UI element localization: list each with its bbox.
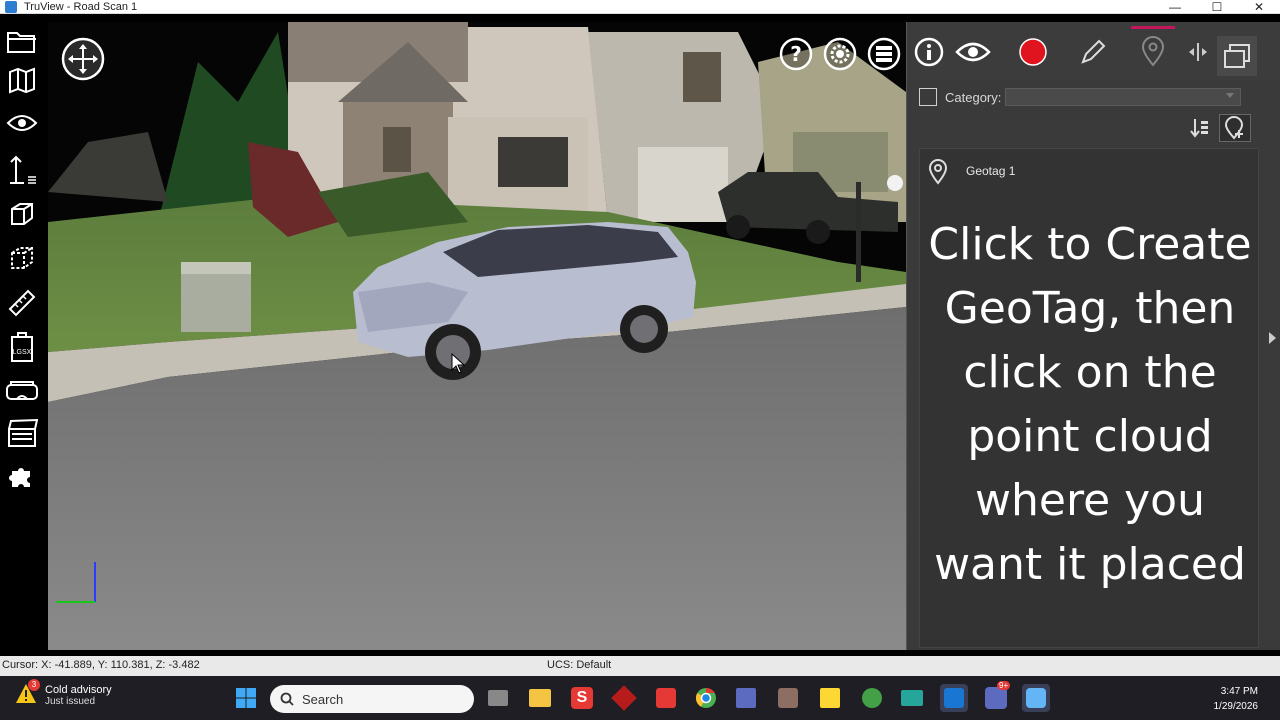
- ucs-status: UCS: Default: [547, 659, 612, 671]
- clapperboard-icon[interactable]: [4, 416, 40, 450]
- file-explorer-icon[interactable]: [526, 684, 554, 712]
- weather-widget[interactable]: 3 Cold advisory Just issued: [14, 679, 112, 708]
- weather-badge: 3: [28, 679, 40, 691]
- map-icon[interactable]: [4, 64, 40, 98]
- vr-headset-icon[interactable]: [4, 374, 40, 408]
- category-filter: Category:: [919, 88, 1001, 106]
- minimize-button[interactable]: —: [1154, 0, 1196, 14]
- teams-badge: 9+: [997, 681, 1011, 690]
- sticky-notes-icon[interactable]: [816, 684, 844, 712]
- split-icon[interactable]: [1183, 32, 1213, 72]
- truview-taskbar-icon[interactable]: [1022, 684, 1050, 712]
- clock-date: 1/29/2026: [1213, 701, 1259, 712]
- category-checkbox[interactable]: [919, 88, 937, 106]
- open-folder-icon[interactable]: [4, 24, 40, 58]
- clock-time: 3:47 PM: [1220, 686, 1258, 697]
- left-toolbar: LGSX: [0, 22, 44, 652]
- warning-icon: 3: [14, 679, 40, 708]
- status-bar: Cursor: X: -41.889, Y: 110.381, Z: -3.48…: [0, 656, 1280, 676]
- eye-icon[interactable]: [4, 106, 40, 140]
- cube-icon[interactable]: [4, 198, 40, 232]
- close-button[interactable]: ✕: [1238, 0, 1280, 14]
- app-chart-icon[interactable]: [732, 684, 760, 712]
- app-tools-icon[interactable]: [774, 684, 802, 712]
- cursor-coordinates: Cursor: X: -41.889, Y: 110.381, Z: -3.48…: [2, 659, 200, 671]
- truview-app-icon: [5, 0, 17, 13]
- geotag-panel: Category: Geotag 1 Click to Create GeoTa…: [906, 22, 1280, 650]
- acrobat-icon[interactable]: [652, 684, 680, 712]
- globe-icon[interactable]: [858, 684, 886, 712]
- record-icon[interactable]: [1011, 32, 1055, 72]
- instruction-caption: Click to Create GeoTag, then click on th…: [928, 219, 1252, 590]
- window-controls: — ☐ ✕: [1154, 0, 1280, 14]
- svg-text:?: ?: [790, 42, 802, 66]
- taskbar: 3 Cold advisory Just issued Search S 9+ …: [0, 676, 1280, 720]
- puzzle-icon[interactable]: [4, 458, 40, 492]
- maximize-button[interactable]: ☐: [1196, 0, 1238, 14]
- info-icon[interactable]: [907, 32, 951, 72]
- point-cloud-viewport[interactable]: ?: [48, 22, 906, 650]
- title-bar: TruView - Road Scan 1 — ☐ ✕: [0, 0, 1280, 14]
- help-icon[interactable]: ?: [778, 36, 814, 72]
- lgsx-label: LGSX: [13, 349, 32, 356]
- system-clock[interactable]: 3:47 PM 1/29/2026: [1214, 684, 1259, 714]
- add-geotag-button[interactable]: [1219, 114, 1251, 142]
- eye-icon[interactable]: [951, 32, 995, 72]
- list-item[interactable]: Geotag 1: [920, 153, 1258, 189]
- teams-icon[interactable]: 9+: [982, 681, 1011, 712]
- app-red-icon[interactable]: [610, 684, 638, 712]
- snagit-icon[interactable]: S: [568, 684, 596, 712]
- geotag-icon[interactable]: [1131, 26, 1175, 72]
- search-icon: [280, 692, 294, 706]
- point-cloud-scene: [48, 22, 906, 650]
- collapse-panel-arrow-icon[interactable]: [1269, 332, 1276, 344]
- weather-title: Cold advisory: [45, 683, 112, 696]
- search-placeholder: Search: [302, 691, 344, 707]
- category-label: Category:: [945, 89, 1002, 105]
- window-icon[interactable]: [1217, 36, 1257, 76]
- category-dropdown[interactable]: [1005, 88, 1241, 106]
- chrome-icon[interactable]: [692, 684, 720, 712]
- weather-subtitle: Just issued: [45, 695, 96, 707]
- box-select-icon[interactable]: [4, 242, 40, 276]
- lgsx-icon[interactable]: LGSX: [4, 330, 40, 364]
- measure-height-icon[interactable]: [4, 154, 40, 188]
- sort-button[interactable]: [1185, 114, 1213, 142]
- layers-icon[interactable]: [866, 36, 902, 72]
- geotag-list: Geotag 1 Click to Create GeoTag, then cl…: [919, 148, 1259, 648]
- pencil-icon[interactable]: [1071, 32, 1115, 72]
- window-title: TruView - Road Scan 1: [24, 0, 138, 13]
- windows-start-icon[interactable]: [232, 684, 260, 712]
- navigate-icon[interactable]: [60, 36, 106, 82]
- settings-icon[interactable]: [822, 36, 858, 72]
- folder-icon[interactable]: [898, 684, 926, 712]
- chevron-down-icon: [1226, 93, 1234, 98]
- ruler-icon[interactable]: [4, 286, 40, 320]
- panel-toolbar: [907, 22, 1280, 80]
- task-view-icon[interactable]: [484, 684, 512, 712]
- taskbar-search[interactable]: Search: [270, 685, 474, 713]
- geotag-label: Geotag 1: [966, 164, 1016, 178]
- outlook-icon[interactable]: [940, 684, 968, 712]
- pin-icon: [928, 159, 948, 185]
